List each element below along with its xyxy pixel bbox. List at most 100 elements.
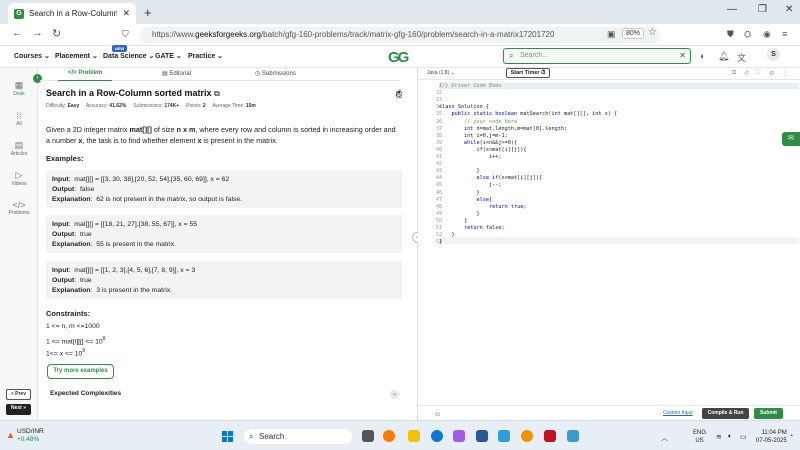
wifi-icon[interactable]: ≋ [716,433,722,441]
menu-icon[interactable]: ≡ [782,29,787,39]
article-icon: ▤ [14,140,24,150]
browser-tab[interactable]: G Search in a Row-Column sorted ✕ [8,3,136,24]
code-line: public static boolean matSearch(int mat[… [451,111,618,118]
code-line: else{ [476,196,493,203]
system-clock[interactable]: 11:04 PM 07-05-2025 [756,429,787,445]
tab-problem[interactable]: </> Problem [57,70,113,81]
custom-input-link[interactable]: Custom Input [663,410,693,416]
volume-icon[interactable]: 🔈︎ [728,433,732,441]
tab-editorial[interactable]: ▤ Editorial [162,70,191,77]
fullscreen-icon[interactable]: ⛶ [756,70,760,77]
language-icon[interactable]: 文 [737,51,746,64]
search-clear-icon[interactable]: ✕ [679,49,686,63]
store-icon[interactable] [476,430,488,442]
input-language[interactable]: ENG US [693,429,706,445]
chat-icon[interactable]: ✉ [782,132,800,146]
user-avatar[interactable]: S [767,48,780,61]
tray-chevron-up-icon[interactable]: ︿ [661,433,668,443]
copy-code-icon[interactable]: ⧉ [732,70,736,77]
minimize-icon[interactable]: — [727,4,737,15]
current-line-highlight [439,237,799,244]
notification-icon[interactable]: ◔ [789,433,793,440]
code-line: i++; [439,154,502,160]
taskbar-search[interactable]: ⌕ Search [244,429,352,444]
copilot-icon[interactable] [453,430,465,442]
lightbulb-icon[interactable]: ☼ [434,409,441,418]
mcafee-icon[interactable] [544,430,556,442]
nav-data-science[interactable]: Data Science ⌄ [103,52,154,60]
screenshot-icon[interactable]: ▣ [607,29,616,40]
windows-taskbar: ▲ USD/INR +0.48% ⌕ Search ︿ ENG US ≋ 🔈︎ ▭ … [0,420,800,450]
pocket-icon[interactable]: ⛊ [727,29,734,40]
profile-icon[interactable]: ◉ [763,29,771,40]
expected-complexities-heading[interactable]: Expected Complexities [50,390,121,397]
gfg-favicon-icon: G [14,8,24,19]
bookmark-star-icon[interactable]: ☆ [648,27,657,38]
firefox-icon[interactable] [383,430,395,442]
nav-gate[interactable]: GATE ⌄ [155,52,182,60]
try-more-examples-button[interactable]: Try more examples [47,364,114,379]
battery-icon[interactable]: ▭ [740,433,747,441]
report-bug-icon[interactable]: 🐞︎ [394,89,402,100]
code-line: // your code here [439,118,518,125]
url-field[interactable]: https://www.geeksforgeeks.org/batch/gfg-… [140,27,660,43]
submit-button[interactable]: Submit [754,408,783,419]
reload-icon[interactable]: ↻ [52,27,61,40]
browser-tab-bar: G Search in a Row-Column sorted ✕ + — ❐ … [0,0,800,24]
chevron-down-icon[interactable]: ⌄ [390,390,399,399]
compile-run-button[interactable]: Compile & Run [702,408,749,419]
sidebar-item-articles[interactable]: ▤ Articles [0,140,38,157]
windows-start-icon[interactable] [222,431,233,442]
code-line: int n=mat.length,m=mat[0].length; [464,125,568,132]
app-icon[interactable] [521,430,533,442]
nav-practice[interactable]: Practice ⌄ [188,52,223,60]
prev-button[interactable]: « Prev [6,389,31,400]
reset-code-icon[interactable]: ↺ [744,70,749,77]
code-editor[interactable]: 1//} Driver Code Ends 32 33 34 class Solutio… [418,81,800,405]
code-line: } [439,189,480,196]
restore-icon[interactable]: ❐ [758,4,767,15]
new-tab-button[interactable]: + [144,5,152,20]
back-icon[interactable]: ← [12,27,23,39]
edge-icon[interactable] [431,430,443,442]
shield-icon[interactable]: ⛉ [122,29,129,40]
problem-tabs: </> Problem ▤ Editorial ◷ Submissions [40,68,400,81]
editor-actions: ☼ Custom Input Compile & Run Submit [418,405,800,420]
next-button[interactable]: Next » [6,404,31,415]
code-line: class Solution { [439,104,489,111]
start-timer-button[interactable]: Start Timer ⏱ [506,68,550,78]
nav-placement[interactable]: Placement ⌄ [55,52,98,60]
settings-gear-icon[interactable]: ⚙ [769,70,774,77]
tab-close-icon[interactable]: ✕ [122,8,130,19]
mysql-icon[interactable] [498,430,510,442]
site-search-input[interactable]: ⌕ Search... ✕ [503,48,691,64]
sidebar-item-all[interactable]: ⁞⁞ All [0,111,38,127]
tab-submissions[interactable]: ◷ Submissions [255,70,296,77]
sidebar-item-desk[interactable]: ▦ Desk [0,80,38,97]
task-view-icon[interactable] [362,430,374,442]
theme-toggle-icon[interactable]: ◐ [700,51,705,61]
code-line: int i=0,j=m-1; [464,132,508,139]
line-number: 33 [435,97,442,104]
line-number: 32 [435,90,442,97]
example-box: Input: mat[][] = [[1, 2, 3],[4, 5, 6],[7… [46,261,402,299]
gfg-logo[interactable]: GG [388,49,409,66]
code-line: return true; [488,203,527,210]
sidebar-item-problems[interactable]: </> Problems [0,200,38,216]
example-box: Input: mat[][] = [[18, 21, 27],[38, 55, … [46,215,402,253]
forward-icon[interactable]: → [32,27,43,39]
desk-icon: ▦ [14,80,24,90]
copy-icon[interactable]: ⧉ [214,89,220,98]
notification-bell-icon[interactable]: 🔔︎ [718,51,729,62]
nav-courses[interactable]: Courses ⌄ [14,52,50,60]
file-explorer-icon[interactable] [408,430,420,442]
notes-icon[interactable] [567,430,579,442]
more-icon[interactable]: ⋮ [782,70,788,77]
zoom-level[interactable]: 80% [622,28,645,39]
language-select[interactable]: Java (1.8) ⌄ [427,70,455,76]
extension-icon[interactable]: ⛭ [744,29,751,40]
window-close-icon[interactable]: ✕ [785,4,793,15]
code-line: } [439,217,468,224]
sidebar-item-videos[interactable]: ▷ Videos [0,170,38,187]
ticker-widget[interactable]: USD/INR +0.48% [17,428,44,444]
